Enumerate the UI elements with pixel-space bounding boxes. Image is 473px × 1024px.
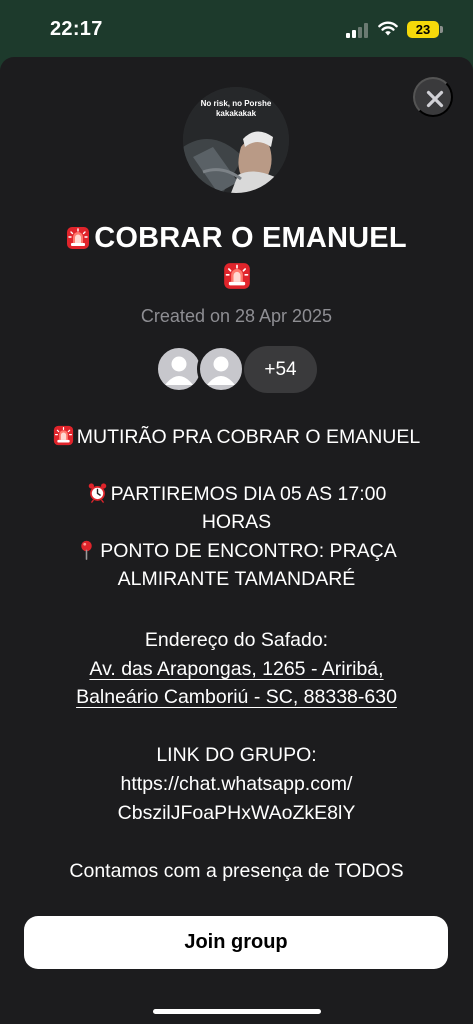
wifi-icon <box>378 21 398 36</box>
group-avatar[interactable]: No risk, no Porshe kakakakak <box>183 87 289 193</box>
group-link[interactable]: CbszilJFoaPHxWAoZkE8lY <box>0 800 473 826</box>
member-avatar[interactable] <box>197 345 245 393</box>
person-icon <box>165 356 193 385</box>
address-link[interactable]: Balneário Camboriú - SC, 88338-630 <box>0 684 473 710</box>
description-line: LINK DO GRUPO: <box>156 744 317 766</box>
description-line: ALMIRANTE TAMANDARÉ <box>117 568 356 590</box>
home-indicator[interactable] <box>153 1009 321 1014</box>
siren-icon <box>223 262 251 290</box>
description-line: Contamos com a presença de TODOS <box>69 860 404 882</box>
description-line: PONTO DE ENCONTRO: PRAÇA <box>0 538 473 564</box>
person-icon <box>207 356 235 385</box>
close-icon <box>426 90 444 108</box>
join-group-button[interactable]: Join group <box>24 916 448 969</box>
created-date: Created on 28 Apr 2025 <box>140 306 333 326</box>
close-button[interactable] <box>413 77 453 117</box>
member-count[interactable]: +54 <box>244 346 317 393</box>
group-title: COBRAR O EMANUEL <box>0 222 473 255</box>
description-line: HORAS <box>201 511 272 533</box>
battery-tip <box>440 26 443 33</box>
description-line: MUTIRÃO PRA COBRAR O EMANUEL <box>0 424 473 450</box>
alarm-clock-icon <box>88 483 106 503</box>
siren-icon <box>66 226 90 250</box>
status-bar: 22:17 23 <box>0 0 473 56</box>
status-time: 22:17 <box>50 18 103 40</box>
description-line: PARTIREMOS DIA 05 AS 17:00 <box>0 481 473 507</box>
address-link[interactable]: Av. das Arapongas, 1265 - Ariribá, <box>0 656 473 682</box>
signal-icon <box>346 22 370 38</box>
group-link[interactable]: https://chat.whatsapp.com/ <box>0 771 473 797</box>
pin-icon <box>81 540 92 560</box>
description-line: Endereço do Safado: <box>144 629 329 651</box>
group-title-line2 <box>0 262 473 295</box>
group-title-text: COBRAR O EMANUEL <box>94 222 407 254</box>
member-avatar[interactable] <box>155 345 203 393</box>
siren-icon <box>53 425 74 446</box>
battery-icon: 23 <box>407 21 439 38</box>
avatar-caption: No risk, no Porshe kakakakak <box>200 99 272 118</box>
